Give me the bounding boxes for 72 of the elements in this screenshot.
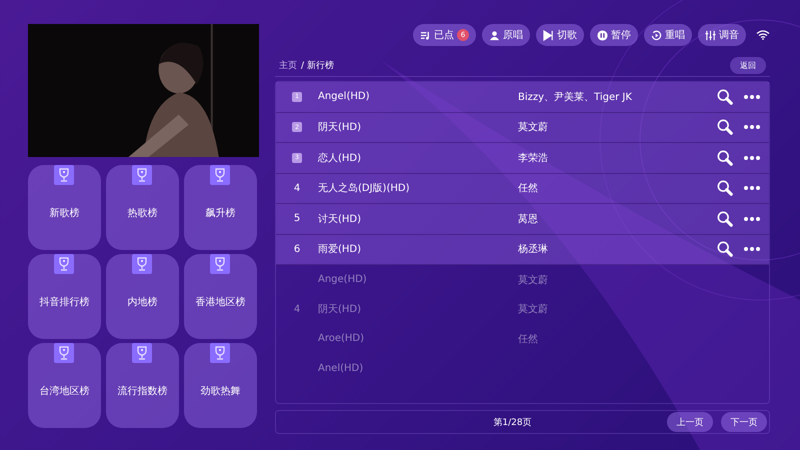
- faded-song-row[interactable]: Anel(HD): [276, 354, 769, 383]
- trophy-icon: [210, 343, 230, 363]
- song-title: Aroe(HD): [318, 333, 366, 344]
- song-title: 阴天(HD): [318, 303, 362, 316]
- song-row[interactable]: 6 雨爱(HD) 杨丞琳: [276, 234, 769, 265]
- equalizer-icon: [705, 30, 716, 40]
- song-title: 讨天(HD): [318, 212, 362, 226]
- faded-song-row[interactable]: Ange(HD) 莫文蔚: [276, 265, 769, 294]
- artist-name: 李荣浩: [518, 152, 548, 164]
- next-page-button[interactable]: 下一页: [721, 412, 767, 432]
- more-icon[interactable]: [743, 154, 761, 161]
- rank-number: 6: [294, 244, 300, 255]
- back-button[interactable]: 返回: [730, 56, 766, 74]
- more-icon[interactable]: [743, 185, 761, 192]
- trophy-icon: [210, 254, 230, 274]
- rank-number: 5: [294, 213, 300, 224]
- trophy-icon: [54, 343, 74, 363]
- faded-song-row[interactable]: 4 阴天(HD) 莫文蔚: [276, 294, 769, 324]
- song-row[interactable]: 5 讨天(HD) 莴恩: [276, 204, 769, 234]
- more-icon[interactable]: [743, 94, 761, 100]
- breadcrumb-home-link[interactable]: 主页: [279, 58, 297, 72]
- chart-category-button[interactable]: 热歌榜: [106, 165, 179, 250]
- toolbar-button[interactable]: 原唱: [482, 24, 530, 46]
- rank-number: 4: [294, 304, 300, 315]
- more-icon[interactable]: [743, 246, 761, 252]
- chart-category-button[interactable]: 台湾地区榜: [28, 343, 101, 428]
- chart-category-button[interactable]: 飙升榜: [184, 165, 257, 250]
- chart-category-button[interactable]: 香港地区榜: [184, 254, 257, 339]
- breadcrumb-current: / 新行榜: [301, 60, 334, 72]
- replay-icon: [651, 30, 662, 40]
- faded-song-row[interactable]: Aroe(HD) 任然: [276, 324, 769, 354]
- trophy-icon: [54, 165, 74, 185]
- trophy-icon: [132, 165, 152, 185]
- person-icon: [489, 30, 500, 40]
- artist-name: 任然: [518, 334, 538, 345]
- toolbar-button[interactable]: 调音: [698, 24, 746, 46]
- song-title: 阴天(HD): [318, 121, 362, 134]
- chart-category-button[interactable]: 内地榜: [106, 254, 179, 339]
- page-indicator: 第1/28页: [492, 416, 533, 428]
- trophy-icon: [210, 165, 230, 185]
- chart-category-button[interactable]: 新歌榜: [28, 165, 101, 250]
- playlist-icon: [420, 30, 431, 40]
- rank-number: 4: [294, 182, 300, 194]
- chart-category-button[interactable]: 劲歌热舞: [184, 343, 257, 428]
- trophy-icon: [132, 343, 152, 363]
- toolbar-button[interactable]: 重唱: [644, 24, 692, 46]
- chart-category-button[interactable]: 流行指数榜: [106, 343, 179, 428]
- song-title: 无人之岛(DJ版)(HD): [318, 182, 410, 196]
- pause-icon: [597, 30, 608, 40]
- artist-name: 莫文蔚: [518, 304, 548, 316]
- song-title: 雨爱(HD): [318, 242, 362, 256]
- more-icon[interactable]: [743, 216, 761, 222]
- song-title: Ange(HD): [318, 274, 368, 286]
- more-icon[interactable]: [743, 124, 761, 130]
- trophy-icon: [132, 254, 152, 274]
- wifi-icon: [756, 30, 770, 40]
- toolbar-button[interactable]: 暂停: [590, 24, 638, 46]
- artist-name: 莫文蔚: [518, 274, 548, 286]
- toolbar-button[interactable]: 切歌: [536, 24, 584, 46]
- skip-icon: [543, 30, 554, 40]
- previous-page-button[interactable]: 上一页: [667, 412, 713, 432]
- song-title: Anel(HD): [318, 362, 364, 374]
- song-title: 恋人(HD): [318, 152, 362, 165]
- chart-category-button[interactable]: 抖音排行榜: [28, 254, 101, 339]
- artist-name: Bizzy、尹美莱、Tiger JK: [518, 92, 632, 103]
- artist-name: 莴恩: [518, 214, 538, 225]
- song-title: Angel(HD): [318, 91, 370, 102]
- artist-name: 杨丞琳: [518, 244, 548, 256]
- song-row[interactable]: 4 无人之岛(DJ版)(HD) 任然: [276, 174, 769, 204]
- artist-name: 任然: [518, 183, 538, 194]
- trophy-icon: [54, 254, 74, 274]
- artist-name: 莫文蔚: [518, 122, 548, 134]
